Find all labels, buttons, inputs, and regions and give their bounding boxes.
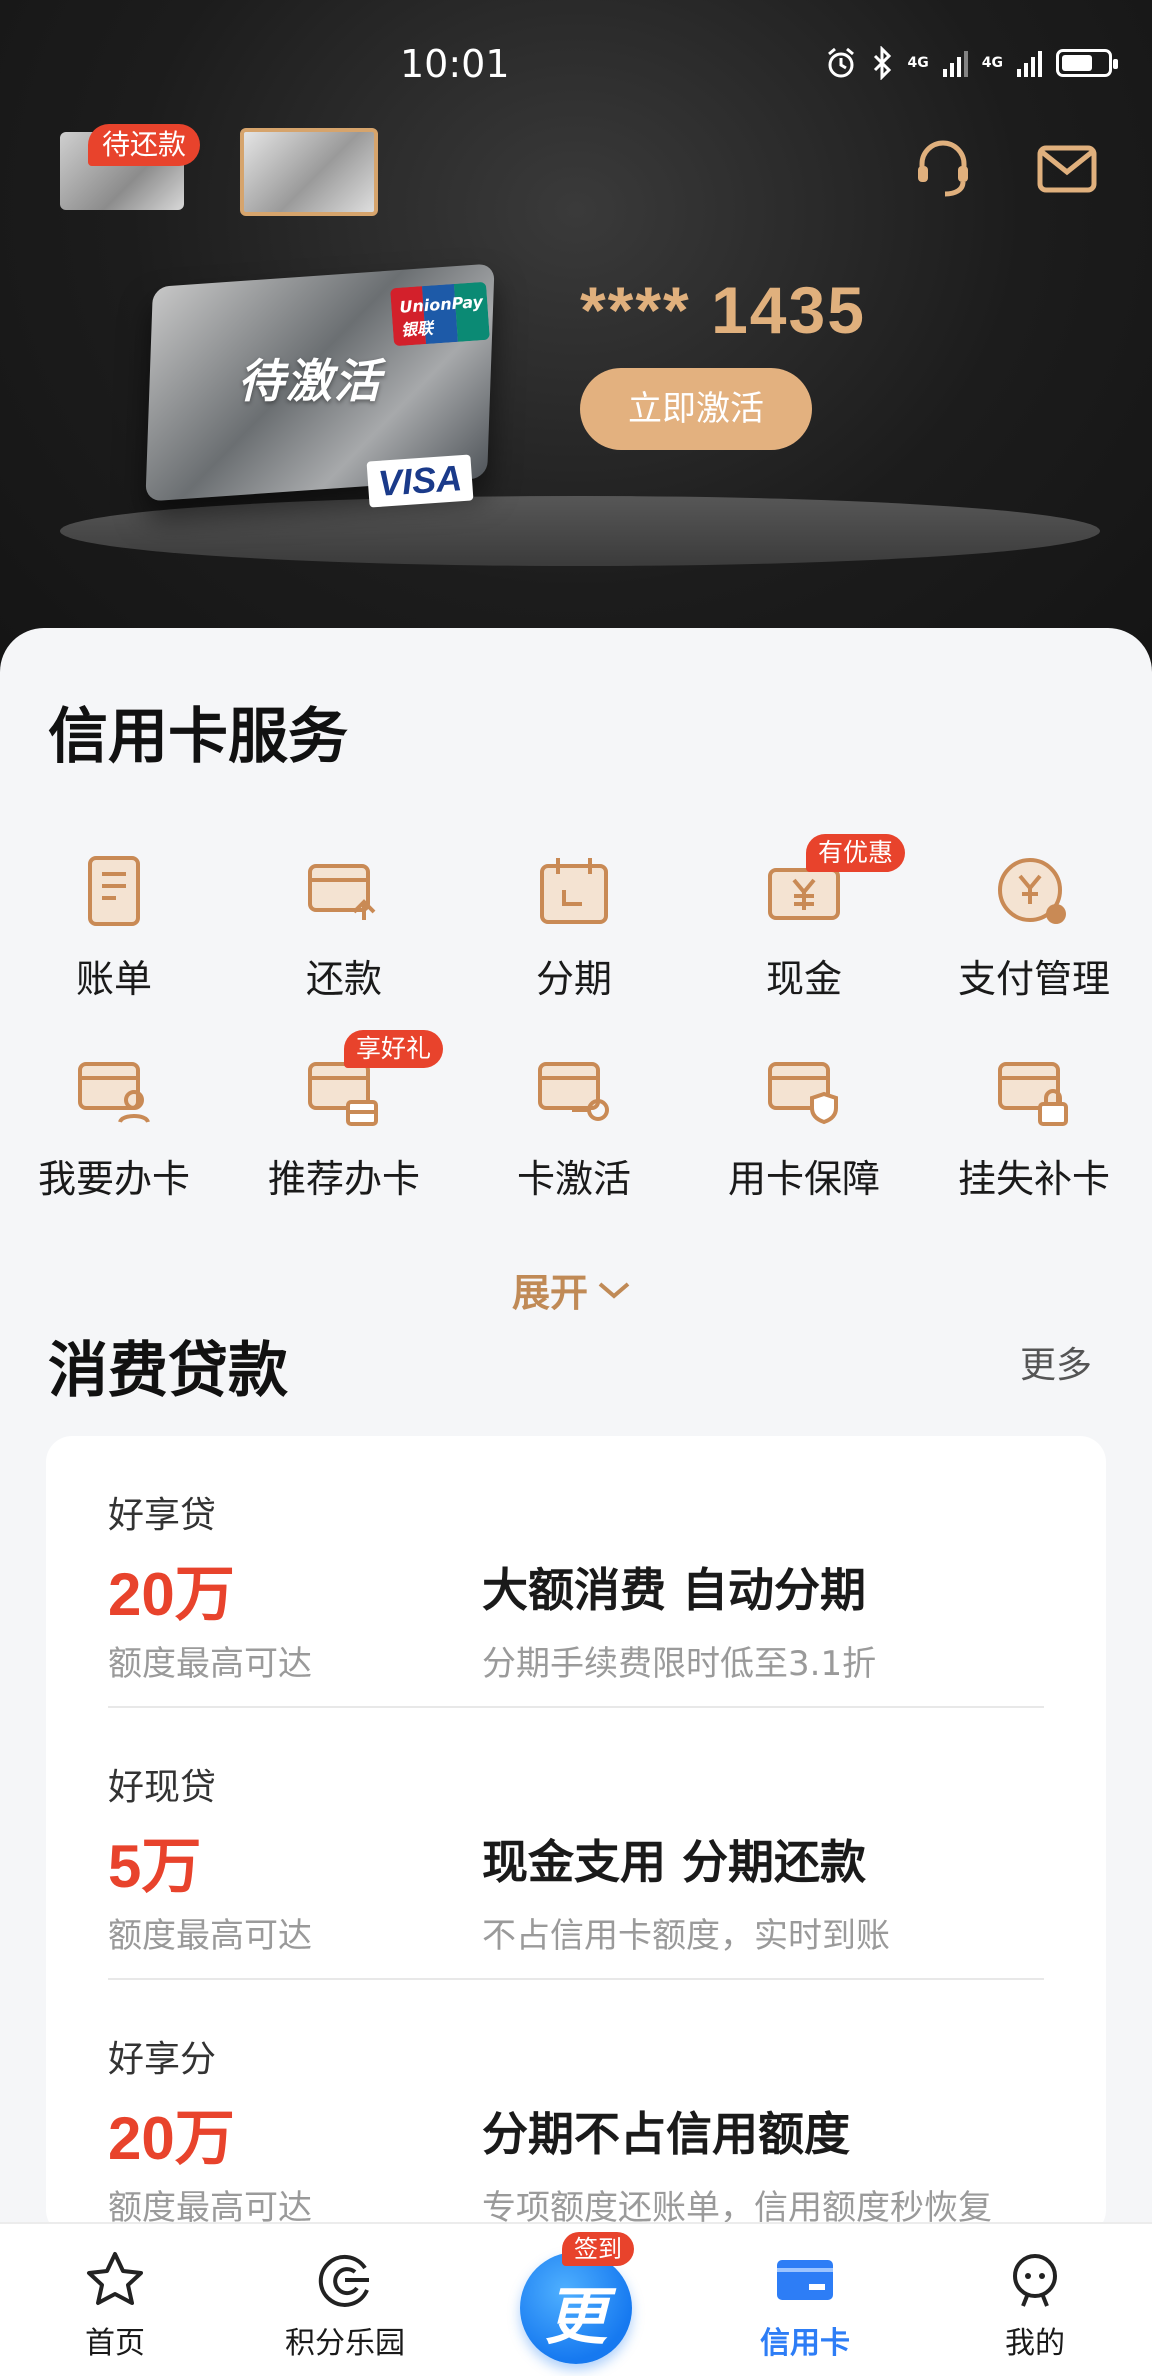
service-label: 支付管理 xyxy=(957,957,1110,1001)
expand-services-button[interactable]: 展开 xyxy=(512,1262,632,1317)
service-card-activation[interactable]: 卡激活 xyxy=(474,1050,674,1203)
key-card-icon xyxy=(538,1062,609,1121)
loan-name: 好现贷 xyxy=(108,1767,217,1808)
unionpay-logo-text: UnionPay 银联 xyxy=(398,291,484,340)
credit-card-icon xyxy=(777,2260,833,2300)
alarm-icon xyxy=(827,47,854,78)
status-icons: 4G 4G xyxy=(824,46,1118,80)
loan-headline: 现金支用 分期还款 xyxy=(482,1835,867,1889)
loan-item[interactable]: 好享贷 20万 额度最高可达 大额消费 自动分期 分期手续费限时低至3.1折 xyxy=(46,1436,1106,1708)
network-type-2: 4G xyxy=(981,55,1003,71)
signal-icon-2 xyxy=(1017,49,1042,77)
loan-subtitle: 分期手续费限时低至3.1折 xyxy=(482,1644,877,1684)
card-stage xyxy=(60,496,1100,566)
service-label: 推荐办卡 xyxy=(267,1157,420,1201)
tab-label: 首页 xyxy=(85,2326,145,2361)
service-label: 现金 xyxy=(765,957,842,1001)
battery-icon xyxy=(1056,49,1118,77)
service-card-protection[interactable]: 用卡保障 xyxy=(704,1050,904,1203)
tab-points[interactable]: 积分乐园 xyxy=(230,2224,460,2376)
profile-icon xyxy=(1013,2254,1057,2307)
signal-icon xyxy=(942,49,968,77)
unionpay-logo: UnionPay 银联 xyxy=(390,281,490,347)
visa-logo: VISA xyxy=(366,454,474,508)
tab-label: 信用卡 xyxy=(760,2326,850,2361)
loan-amount: 20万 xyxy=(108,2105,235,2172)
loan-item[interactable]: 好享分 20万 额度最高可达 分期不占信用额度 专项额度还账单，信用额度秒恢复 xyxy=(46,1980,1106,2252)
loan-item[interactable]: 好现贷 5万 额度最高可达 现金支用 分期还款 不占信用卡额度，实时到账 xyxy=(46,1708,1106,1980)
payment-settings-icon xyxy=(998,858,1066,924)
loan-name: 好享贷 xyxy=(108,1495,217,1536)
chevron-down-icon xyxy=(598,1281,630,1299)
tab-home[interactable]: 首页 xyxy=(0,2224,230,2376)
service-payment-management[interactable]: 支付管理 xyxy=(934,850,1134,1003)
service-bill[interactable]: 账单 xyxy=(14,850,214,1003)
network-type-1: 4G xyxy=(907,55,929,71)
service-label: 账单 xyxy=(75,957,152,1001)
service-label: 还款 xyxy=(305,957,382,1001)
service-report-lost[interactable]: 挂失补卡 xyxy=(934,1050,1134,1203)
loan-subtitle: 不占信用卡额度，实时到账 xyxy=(482,1916,890,1956)
service-cash[interactable]: 现金 xyxy=(704,850,904,1003)
loans-more-link[interactable]: 更多 xyxy=(1020,1336,1092,1388)
center-glyph: 更 xyxy=(544,2280,607,2353)
loan-amount-note: 额度最高可达 xyxy=(108,1916,312,1956)
expand-label: 展开 xyxy=(512,1271,589,1315)
status-time: 10:01 xyxy=(400,42,510,86)
service-repay[interactable]: 还款 xyxy=(244,850,444,1003)
checkin-badge: 签到 xyxy=(562,2232,634,2266)
card-number: **** 1435 xyxy=(580,273,866,347)
services-title: 信用卡服务 xyxy=(48,702,348,772)
loan-amount-note: 额度最高可达 xyxy=(108,1644,312,1684)
bluetooth-icon xyxy=(873,46,891,80)
loan-headline: 分期不占信用额度 xyxy=(482,2107,850,2161)
card-hero: 10:01 4G 4G 待还款 UnionPay 银联 待激活 VISA ***… xyxy=(0,0,1152,700)
loan-headline: 大额消费 自动分期 xyxy=(482,1563,867,1617)
tab-mine[interactable]: 我的 xyxy=(920,2224,1150,2376)
tab-credit-card[interactable]: 信用卡 xyxy=(690,2224,920,2376)
customer-service-icon[interactable] xyxy=(910,136,976,202)
card-thumbnail-2-selected[interactable] xyxy=(240,128,378,216)
status-bar: 10:01 4G 4G xyxy=(0,0,1152,130)
service-label: 分期 xyxy=(535,957,612,1001)
service-label: 挂失补卡 xyxy=(957,1157,1110,1201)
service-installment[interactable]: 分期 xyxy=(474,850,674,1003)
calendar-icon xyxy=(540,858,608,924)
repay-icon xyxy=(308,864,376,920)
pending-repayment-badge: 待还款 xyxy=(88,124,201,166)
loans-title: 消费贷款 xyxy=(48,1336,288,1406)
activate-now-button[interactable]: 立即激活 xyxy=(580,368,812,450)
service-refer-card[interactable]: 推荐办卡 xyxy=(244,1050,444,1203)
service-label: 卡激活 xyxy=(516,1157,631,1201)
bill-icon xyxy=(88,856,140,926)
loan-amount: 5万 xyxy=(108,1833,202,1900)
loan-list-card: 好享贷 20万 额度最高可达 大额消费 自动分期 分期手续费限时低至3.1折 好… xyxy=(46,1436,1106,2236)
points-icon xyxy=(318,2254,369,2307)
service-label: 我要办卡 xyxy=(37,1157,190,1201)
gift-tag: 享好礼 xyxy=(344,1030,444,1068)
discount-tag: 有优惠 xyxy=(806,834,906,872)
lock-card-icon xyxy=(998,1062,1068,1126)
loan-amount: 20万 xyxy=(108,1561,235,1628)
center-checkin-button[interactable]: 更 xyxy=(520,2252,632,2364)
mail-icon[interactable] xyxy=(1034,136,1100,202)
apply-card-icon xyxy=(78,1062,150,1124)
card-status-overlay: 待激活 xyxy=(238,354,382,408)
service-label: 用卡保障 xyxy=(727,1157,880,1201)
star-icon xyxy=(87,2252,143,2305)
tab-label: 积分乐园 xyxy=(285,2326,405,2361)
loan-name: 好享分 xyxy=(108,2039,217,2080)
shield-card-icon xyxy=(768,1062,838,1125)
tab-label: 我的 xyxy=(1005,2326,1065,2361)
service-apply-card[interactable]: 我要办卡 xyxy=(14,1050,214,1203)
